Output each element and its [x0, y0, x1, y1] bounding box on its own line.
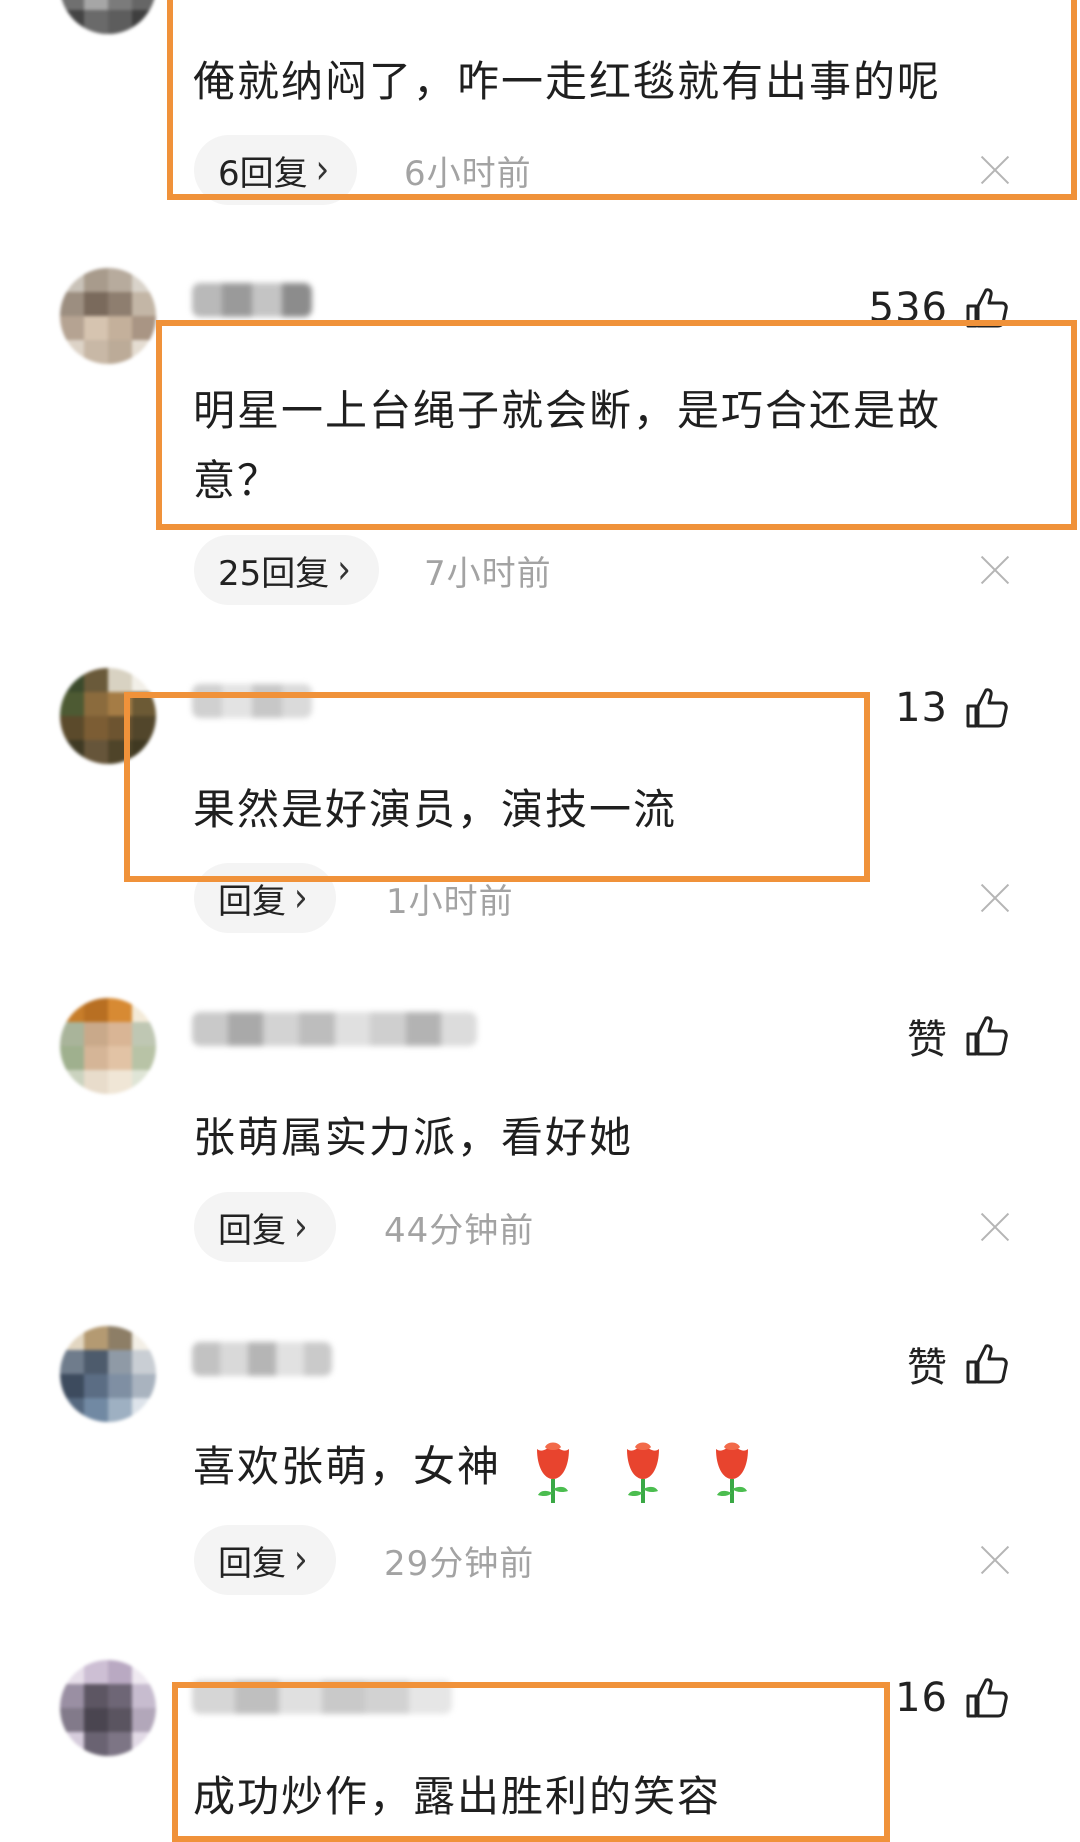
close-icon[interactable] — [980, 155, 1010, 185]
like-button[interactable]: 赞 — [907, 1336, 1010, 1392]
reply-label: 6回复 — [218, 153, 308, 194]
thumbs-up-icon — [966, 1678, 1008, 1718]
like-count: 13 — [895, 685, 948, 731]
thumbs-up-icon — [966, 1016, 1008, 1056]
chevron-right-icon: › — [337, 546, 351, 594]
close-icon[interactable] — [980, 1545, 1010, 1575]
avatar[interactable] — [60, 668, 156, 764]
reply-button[interactable]: 回复 › — [194, 863, 336, 933]
close-icon[interactable] — [980, 883, 1010, 913]
comment-text-content: 喜欢张萌，女神 — [193, 1442, 502, 1491]
chevron-right-icon: › — [294, 1203, 308, 1251]
chevron-right-icon: › — [315, 146, 330, 194]
reply-label: 回复 — [218, 1543, 286, 1584]
avatar[interactable] — [60, 0, 156, 34]
comment-time: 29分钟前 — [384, 1543, 535, 1584]
like-count: 536 — [868, 285, 948, 331]
rose-emoji — [626, 1442, 659, 1503]
like-count: 赞 — [907, 1017, 948, 1063]
comment-text: 果然是好演员，演技一流 — [193, 785, 678, 834]
like-button[interactable]: 13 — [895, 680, 1010, 736]
avatar[interactable] — [60, 1660, 156, 1756]
username[interactable] — [192, 1342, 332, 1376]
username[interactable] — [192, 684, 312, 718]
close-icon[interactable] — [980, 1212, 1010, 1242]
rose-emoji — [537, 1442, 570, 1503]
thumbs-up-icon — [966, 1344, 1008, 1384]
avatar[interactable] — [60, 998, 156, 1094]
reply-button[interactable]: 6回复 › — [194, 135, 358, 205]
username[interactable] — [192, 1680, 452, 1714]
comment-text: 明星一上台绳子就会断，是巧合还是故意？ — [193, 386, 942, 505]
comment-time: 7小时前 — [424, 553, 552, 594]
thumbs-up-icon — [966, 288, 1008, 328]
avatar[interactable] — [60, 1326, 156, 1422]
comment-text: 张萌属实力派，看好她 — [193, 1113, 634, 1162]
like-button[interactable]: 赞 — [907, 1008, 1010, 1064]
like-count: 赞 — [907, 1345, 948, 1391]
avatar[interactable] — [60, 268, 156, 364]
comment-text: 俺就纳闷了，咋一走红毯就有出事的呢 — [193, 57, 942, 106]
reply-button[interactable]: 25回复 › — [194, 535, 379, 605]
reply-label: 25回复 — [218, 553, 330, 594]
thumbs-up-icon — [966, 688, 1008, 728]
reply-label: 回复 — [218, 881, 286, 922]
like-button[interactable]: 536 — [869, 280, 1010, 336]
username[interactable] — [192, 283, 312, 317]
like-button[interactable]: 16 — [895, 1670, 1010, 1726]
like-count: 16 — [895, 1675, 948, 1721]
comment-text: 成功炒作，露出胜利的笑容 — [193, 1772, 722, 1821]
reply-button[interactable]: 回复 › — [194, 1192, 336, 1262]
chevron-right-icon: › — [294, 1536, 308, 1584]
close-icon[interactable] — [980, 555, 1010, 585]
comment-time: 1小时前 — [386, 881, 514, 922]
username[interactable] — [192, 1012, 477, 1046]
chevron-right-icon: › — [294, 874, 308, 922]
reply-button[interactable]: 回复 › — [194, 1525, 336, 1595]
comment-text: 喜欢张萌，女神 — [193, 1432, 1023, 1505]
comment-time: 6小时前 — [404, 153, 532, 194]
reply-label: 回复 — [218, 1210, 286, 1251]
comment-time: 44分钟前 — [384, 1210, 535, 1251]
rose-emoji — [716, 1442, 749, 1503]
